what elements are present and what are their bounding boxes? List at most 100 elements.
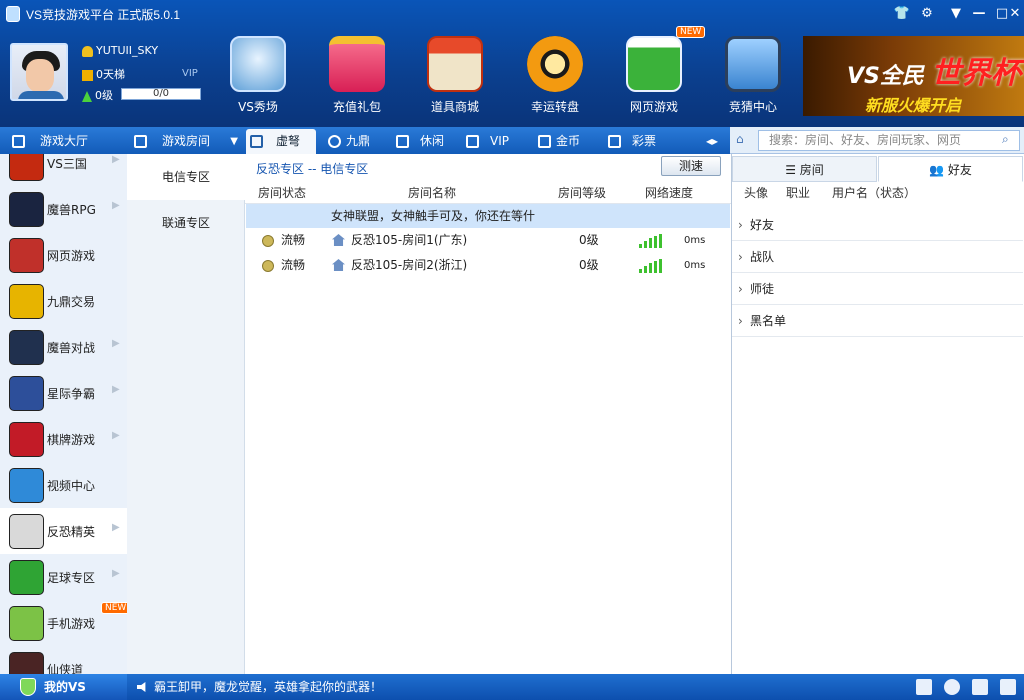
speed-test-button[interactable]: 测速 bbox=[661, 156, 721, 176]
main-tabs: 游戏大厅 游戏房间 ▼ 虚弩 九鼎 休闲 VIP 金币 彩票 ◂▸ bbox=[0, 127, 730, 154]
group-team[interactable]: 战队 bbox=[732, 241, 1023, 273]
minimize-button[interactable]: — bbox=[968, 3, 990, 25]
room-ping: 0ms bbox=[684, 260, 706, 271]
vs-show-button[interactable]: VS秀场 bbox=[218, 33, 298, 115]
tab-leisure[interactable]: 休闲 bbox=[392, 129, 454, 154]
new-badge: NEW bbox=[101, 602, 127, 614]
header-room-status[interactable]: 房间状态 bbox=[258, 184, 306, 201]
header-room-level[interactable]: 房间等级 bbox=[558, 184, 606, 201]
table-row[interactable]: 流畅 反恐105-房间2(浙江) 0级 0ms bbox=[245, 253, 731, 278]
item-shop-button[interactable]: 道具商城 bbox=[415, 33, 495, 115]
sidebar-item-label: 魔兽RPG bbox=[47, 203, 96, 217]
room-panel: 反恐专区 -- 电信专区 测速 房间状态 房间名称 房间等级 网络速度 女神联盟… bbox=[245, 154, 731, 674]
gift-box-icon bbox=[329, 36, 385, 92]
group-blacklist[interactable]: 黑名单 bbox=[732, 305, 1023, 337]
calendar-icon[interactable] bbox=[916, 679, 932, 695]
zone-unicom[interactable]: 联通专区 bbox=[127, 200, 245, 246]
user-avatar[interactable] bbox=[10, 43, 68, 101]
notice-row[interactable]: 女神联盟，女神触手可及，你还在等什 bbox=[246, 204, 730, 228]
tab-jiuding[interactable]: 九鼎 bbox=[324, 129, 384, 154]
tab-vip[interactable]: VIP bbox=[462, 129, 528, 154]
search-input[interactable]: 搜索：房间、好友、房间玩家、网页 bbox=[758, 130, 1020, 151]
home-icon[interactable]: ⌂ bbox=[736, 132, 744, 146]
sidebar-item-counter-strike[interactable]: 反恐精英 ▶ bbox=[0, 508, 127, 554]
shirt-icon[interactable] bbox=[972, 679, 988, 695]
sidebar-item-warcraft-rpg[interactable]: 魔兽RPG ▶ bbox=[0, 186, 127, 232]
sidebar-item-mobile-games[interactable]: 手机游戏 NEW bbox=[0, 600, 127, 646]
zone-telecom[interactable]: 电信专区 bbox=[127, 154, 245, 200]
search-icon[interactable]: ⌕ bbox=[1002, 132, 1009, 147]
banner-text-2: 世界杯 bbox=[931, 56, 1021, 91]
broadcast-marquee[interactable]: 霸王卸甲，魔龙觉醒，英雄拿起你的武器！ bbox=[154, 674, 382, 700]
header-network-speed[interactable]: 网络速度 bbox=[645, 184, 693, 201]
tab-label: VIP bbox=[490, 134, 509, 148]
home-icon bbox=[12, 135, 25, 148]
vip-label[interactable]: VIP bbox=[182, 68, 198, 79]
tab-label: 游戏房间 bbox=[162, 134, 211, 148]
sidebar-item-starcraft[interactable]: 星际争霸 ▶ bbox=[0, 370, 127, 416]
menu-icon[interactable]: ▼ bbox=[945, 3, 967, 25]
my-vs-button[interactable]: 我的VS bbox=[0, 674, 127, 700]
chevron-down-icon[interactable]: ▼ bbox=[230, 129, 238, 154]
table-row[interactable]: 流畅 反恐105-房间1(广东) 0级 0ms bbox=[245, 228, 731, 253]
lucky-wheel-button[interactable]: 幸运转盘 bbox=[515, 33, 595, 115]
sidebar-item-label: 棋牌游戏 bbox=[47, 433, 96, 447]
new-badge: NEW bbox=[676, 26, 706, 38]
sidebar-item-vs-sanguo[interactable]: VS三国 ▶ bbox=[0, 154, 127, 186]
sidebar-item-jiuding-trade[interactable]: 九鼎交易 bbox=[0, 278, 127, 324]
sidebar-item-warcraft-battle[interactable]: 魔兽对战 ▶ bbox=[0, 324, 127, 370]
exp-bar: 0/0 bbox=[121, 88, 201, 100]
tab-gold[interactable]: 金币 bbox=[534, 129, 596, 154]
gamepad-icon bbox=[626, 36, 682, 92]
signal-strength-icon bbox=[639, 259, 667, 273]
guess-center-button[interactable]: 竞猜中心 bbox=[713, 33, 793, 115]
sidebar-item-label: 足球专区 bbox=[47, 571, 96, 585]
sidebar-item-card-games[interactable]: 棋牌游戏 ▶ bbox=[0, 416, 127, 462]
tab-lottery[interactable]: 彩票 bbox=[604, 129, 666, 154]
chevron-right-icon: ▶ bbox=[112, 338, 120, 349]
game-sidebar: VS三国 ▶ 魔兽RPG ▶ 网页游戏 九鼎交易 魔兽对战 ▶ 星际争霸 ▶ 棋牌游戏 ▶… bbox=[0, 154, 127, 674]
room-name: 反恐105-房间2(浙江) bbox=[351, 258, 468, 272]
status-icon bbox=[262, 260, 274, 272]
exit-icon[interactable] bbox=[1000, 679, 1016, 695]
skin-icon[interactable]: 👕 bbox=[891, 3, 913, 25]
lucky-wheel-label: 幸运转盘 bbox=[530, 100, 579, 114]
xianxia-icon bbox=[9, 652, 44, 674]
search-icon[interactable] bbox=[944, 679, 960, 695]
sidebar-item-label: 网页游戏 bbox=[47, 249, 96, 263]
playing-cards-icon bbox=[9, 422, 44, 457]
tab-game-room[interactable]: 游戏房间 ▼ bbox=[130, 129, 242, 154]
breadcrumb[interactable]: 反恐专区 -- 电信专区 bbox=[256, 160, 368, 177]
tab-game-hall[interactable]: 游戏大厅 bbox=[8, 129, 120, 154]
sidebar-item-label: 魔兽对战 bbox=[47, 341, 96, 355]
item-shop-label: 道具商城 bbox=[430, 100, 479, 114]
web-games-button[interactable]: 网页游戏 NEW bbox=[614, 26, 706, 115]
sidebar-item-web-games[interactable]: 网页游戏 bbox=[0, 232, 127, 278]
chevron-right-icon: ▶ bbox=[112, 154, 120, 165]
sidebar-item-label: VS三国 bbox=[47, 157, 87, 171]
vs-sanguo-icon bbox=[9, 154, 44, 181]
chevron-right-icon: ▶ bbox=[112, 430, 120, 441]
header-room-name[interactable]: 房间名称 bbox=[408, 184, 456, 201]
chevron-right-icon: ▶ bbox=[112, 568, 120, 579]
dice-icon bbox=[725, 36, 781, 92]
sidebar-item-football[interactable]: 足球专区 ▶ bbox=[0, 554, 127, 600]
group-friends[interactable]: 好友 bbox=[732, 209, 1023, 241]
room-ping: 0ms bbox=[684, 235, 706, 246]
tab-xunu[interactable]: 虚弩 bbox=[246, 129, 316, 154]
promo-banner[interactable]: VS全民 世界杯 新服火爆开启 bbox=[803, 36, 1024, 116]
tab-room[interactable]: ☰ 房间 bbox=[732, 156, 877, 182]
starcraft-icon bbox=[9, 376, 44, 411]
tab-scroll-arrows[interactable]: ◂▸ bbox=[702, 129, 730, 154]
warcraft-icon bbox=[9, 330, 44, 365]
header-avatar: 头像 bbox=[744, 186, 769, 200]
close-button[interactable]: ✕ bbox=[1004, 3, 1024, 25]
user-icon bbox=[82, 45, 93, 57]
tab-friends[interactable]: 👥 好友 bbox=[878, 156, 1023, 182]
chevron-right-icon: ▶ bbox=[112, 200, 120, 211]
settings-gear-icon[interactable]: ⚙ bbox=[916, 3, 938, 25]
sidebar-item-xianxia[interactable]: 仙侠道 bbox=[0, 646, 127, 674]
recharge-gift-button[interactable]: 充值礼包 bbox=[317, 33, 397, 115]
group-mentor[interactable]: 师徒 bbox=[732, 273, 1023, 305]
sidebar-item-video-center[interactable]: 视频中心 bbox=[0, 462, 127, 508]
